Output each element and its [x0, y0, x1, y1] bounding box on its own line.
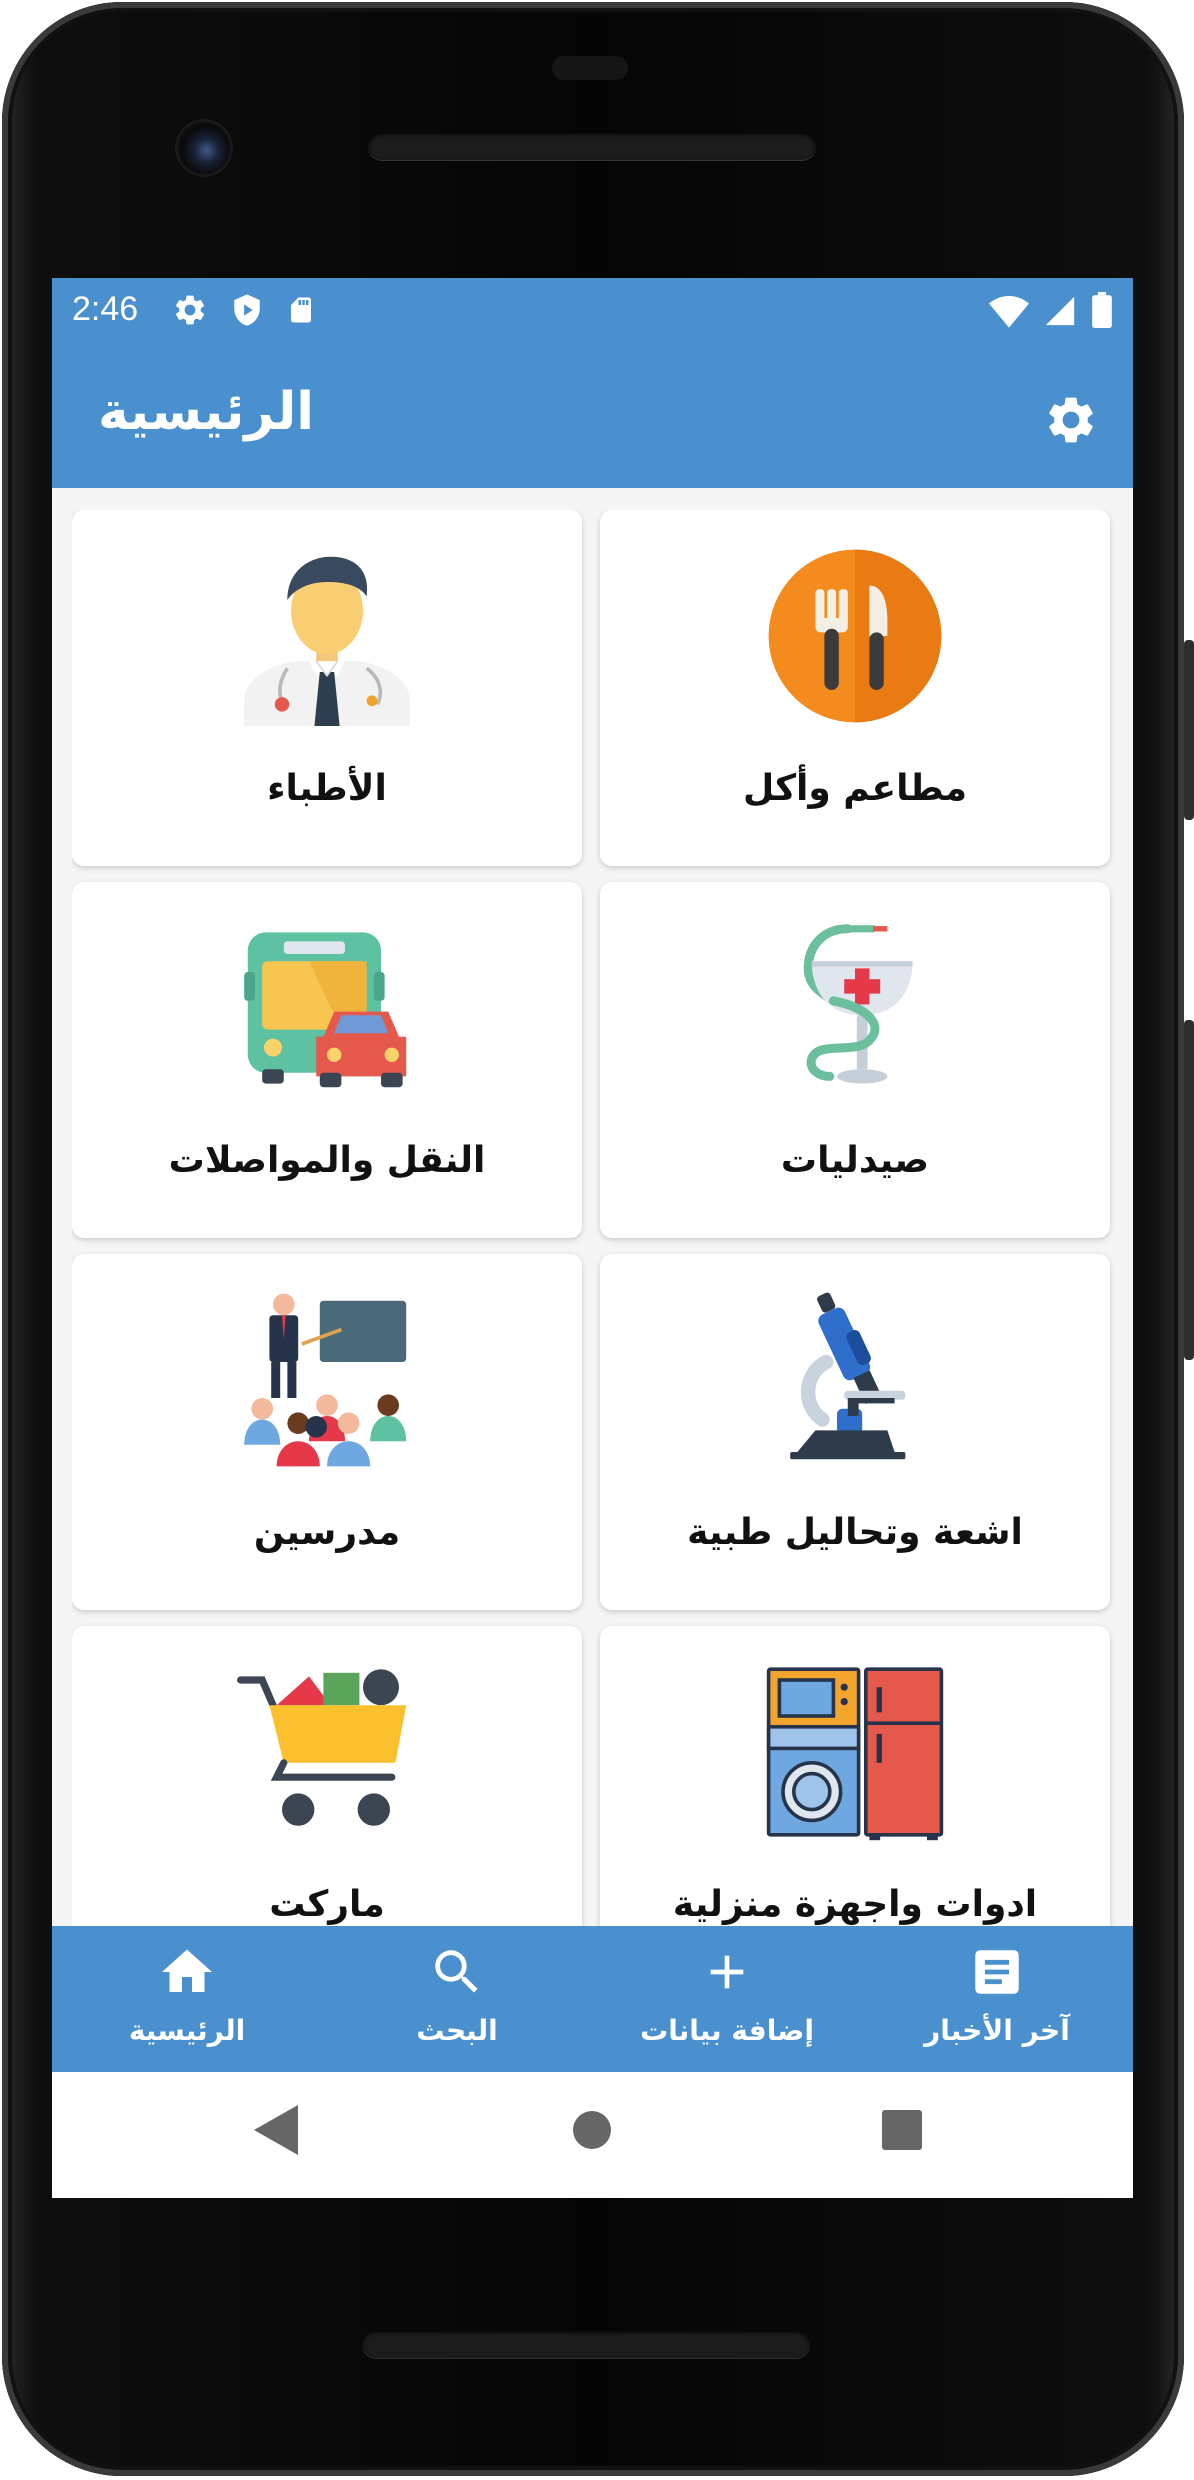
- front-camera: [178, 122, 230, 174]
- shopping-cart-icon: [227, 1662, 427, 1842]
- wifi-icon: [989, 294, 1029, 332]
- earpiece-speaker: [368, 132, 816, 160]
- settings-icon: [172, 292, 208, 332]
- app-bar: الرئيسية: [52, 344, 1133, 488]
- plus-icon: [697, 1942, 757, 2002]
- system-navigation-bar: [52, 2072, 1133, 2198]
- category-label: صيدليات: [780, 1140, 930, 1181]
- nav-label: آخر الأخبار: [924, 2014, 1070, 2047]
- teacher-icon: [227, 1290, 427, 1470]
- status-bar: 2:46: [52, 278, 1133, 344]
- nav-label: الرئيسية: [128, 2014, 246, 2047]
- doctor-icon: [227, 546, 427, 726]
- fork-knife-icon: [755, 546, 955, 726]
- nav-item-add-data[interactable]: إضافة بيانات: [592, 1926, 862, 2072]
- category-label: ماركت: [269, 1884, 385, 1925]
- home-circle-icon[interactable]: [570, 2105, 614, 2159]
- category-card-labs[interactable]: اشعة وتحاليل طبية: [600, 1254, 1110, 1610]
- shield-play-icon: [230, 292, 264, 332]
- pharmacy-icon: [755, 918, 955, 1098]
- bottom-navigation: آخر الأخبار إضافة بيانات البحث الرئيسية: [52, 1926, 1133, 2072]
- category-card-pharmacies[interactable]: صيدليات: [600, 882, 1110, 1238]
- nav-label: إضافة بيانات: [640, 2014, 814, 2047]
- nav-item-news[interactable]: آخر الأخبار: [862, 1926, 1132, 2072]
- settings-button[interactable]: [1041, 390, 1101, 450]
- category-card-teachers[interactable]: مدرسين: [72, 1254, 582, 1610]
- screen: 2:46 الرئيسية مطاعم وأكل الأطباء صيدليات…: [52, 278, 1133, 2198]
- volume-button: [1184, 1020, 1194, 1360]
- nav-item-search[interactable]: البحث: [322, 1926, 592, 2072]
- bottom-speaker: [362, 2330, 810, 2358]
- home-icon: [157, 1942, 217, 2002]
- nav-label: البحث: [416, 2014, 498, 2047]
- category-card-restaurants[interactable]: مطاعم وأكل: [600, 510, 1110, 866]
- category-label: النقل والمواصلات: [168, 1140, 486, 1181]
- proximity-sensor: [552, 56, 628, 80]
- category-card-doctors[interactable]: الأطباء: [72, 510, 582, 866]
- category-label: الأطباء: [267, 768, 387, 809]
- page-title: الرئيسية: [98, 382, 315, 442]
- signal-icon: [1043, 294, 1077, 332]
- status-icons-right: [989, 292, 1113, 332]
- recents-icon[interactable]: [880, 2105, 924, 2159]
- article-icon: [967, 1942, 1027, 2002]
- category-label: ادوات واجهزة منزلية: [672, 1884, 1038, 1925]
- category-card-transport[interactable]: النقل والمواصلات: [72, 882, 582, 1238]
- category-label: مطاعم وأكل: [742, 768, 967, 809]
- nav-item-home[interactable]: الرئيسية: [52, 1926, 322, 2072]
- battery-icon: [1091, 292, 1113, 332]
- category-label: مدرسين: [253, 1512, 401, 1553]
- power-button: [1184, 640, 1194, 820]
- bus-car-icon: [227, 918, 427, 1098]
- home-appliances-icon: [755, 1662, 955, 1842]
- status-icons-left: [172, 292, 316, 332]
- sd-card-icon: [286, 292, 316, 332]
- phone-frame: 2:46 الرئيسية مطاعم وأكل الأطباء صيدليات…: [0, 0, 1194, 2480]
- status-time: 2:46: [72, 290, 139, 328]
- back-icon[interactable]: [254, 2105, 298, 2159]
- microscope-icon: [755, 1290, 955, 1470]
- search-icon: [427, 1942, 487, 2002]
- gear-icon: [1049, 397, 1093, 443]
- category-label: اشعة وتحاليل طبية: [687, 1512, 1023, 1553]
